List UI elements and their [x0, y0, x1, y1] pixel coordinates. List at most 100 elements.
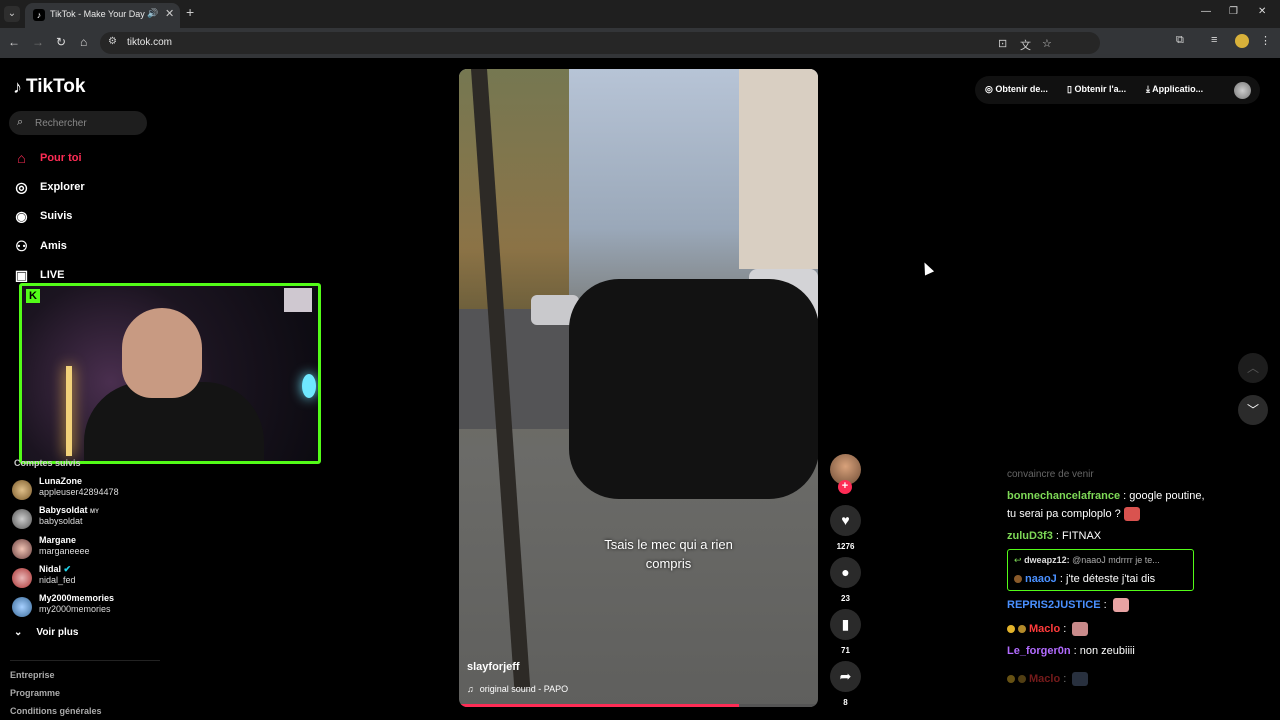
- tab-close-icon[interactable]: ✕: [165, 7, 174, 20]
- account-name: Babysoldat MY: [39, 505, 100, 515]
- badge-icon: [1014, 575, 1022, 584]
- avatar: [12, 509, 32, 529]
- bookmark-star-icon[interactable]: ☆: [1042, 37, 1052, 50]
- music-note-icon: ♫: [467, 684, 474, 694]
- save-button[interactable]: ▮: [830, 609, 861, 640]
- download-app-button[interactable]: ⤓ Applicatio...: [1146, 84, 1203, 95]
- get-coins-button[interactable]: ◎ Obtenir de...: [985, 84, 1048, 95]
- chat-message: Maclo :: [1007, 672, 1089, 686]
- footer-link-terms[interactable]: Conditions générales: [10, 706, 102, 716]
- media-controls-icon[interactable]: ≡: [1211, 34, 1217, 46]
- nav-label: LIVE: [40, 269, 65, 281]
- site-info-icon[interactable]: ⚙: [108, 36, 117, 47]
- browser-tab[interactable]: ♪ TikTok - Make Your Day 🔊 ✕: [25, 3, 180, 28]
- previous-video-button[interactable]: ︿: [1238, 353, 1268, 383]
- heart-icon: ♥: [841, 512, 850, 528]
- followed-account[interactable]: Babysoldat MY babysoldat: [12, 505, 152, 533]
- new-tab-button[interactable]: +: [186, 4, 194, 20]
- tab-search-button[interactable]: ⌄: [4, 6, 20, 22]
- forward-icon[interactable]: →: [32, 35, 44, 49]
- emote-icon: [1072, 622, 1089, 636]
- chat-faded-message: convaincre de venir: [1007, 469, 1094, 480]
- url-text: tiktok.com: [127, 37, 173, 48]
- emote-icon: [1072, 672, 1089, 686]
- chat-message-continued: tu serai pa comploplo ?: [1007, 507, 1140, 521]
- home-icon: ⌂: [17, 150, 26, 166]
- footer-link-program[interactable]: Programme: [10, 688, 60, 698]
- nav-for-you[interactable]: ⌂ Pour toi: [13, 147, 82, 169]
- video-progress-bar[interactable]: [459, 704, 818, 707]
- comment-icon: ●: [841, 564, 850, 580]
- video-author[interactable]: slayforjeff: [467, 661, 520, 673]
- reload-icon[interactable]: ↻: [56, 35, 66, 49]
- logo-text: TikTok: [26, 76, 86, 97]
- reply-icon: ↩: [1014, 555, 1022, 565]
- nav-label: Suivis: [40, 210, 73, 222]
- search-box[interactable]: ⌕: [9, 111, 147, 135]
- see-more-label: Voir plus: [36, 627, 79, 638]
- restore-icon[interactable]: ❐: [1229, 6, 1238, 17]
- tiktok-logo[interactable]: ♪ TikTok: [13, 76, 85, 98]
- account-username: appleuser42894478: [39, 487, 119, 497]
- live-icon: ▣: [14, 266, 29, 283]
- followed-account[interactable]: Nidal ✔ nidal_fed: [12, 564, 152, 592]
- nav-following[interactable]: ◉ Suivis: [13, 205, 72, 227]
- video-player[interactable]: Tsais le mec qui a rien compris slayforj…: [459, 69, 818, 707]
- avatar: [12, 568, 32, 588]
- following-icon: ◉: [15, 207, 28, 224]
- window-close-icon[interactable]: ✕: [1258, 6, 1266, 17]
- menu-icon[interactable]: ⋮: [1260, 34, 1271, 47]
- chevron-down-icon: ⌄: [14, 627, 23, 638]
- address-bar[interactable]: ⚙ tiktok.com ⊡ 文 ☆: [100, 32, 1100, 54]
- share-count: 8: [843, 698, 848, 707]
- emote-icon: [1123, 507, 1140, 521]
- emote-icon: [1112, 598, 1129, 612]
- top-actions-bar: ◎ Obtenir de... ▯ Obtenir l'a... ⤓ Appli…: [975, 76, 1260, 104]
- tab-audio-icon[interactable]: 🔊: [147, 8, 158, 19]
- like-button[interactable]: ♥: [830, 505, 861, 536]
- friends-icon: ⚇: [15, 237, 28, 254]
- translate-icon[interactable]: 文: [1020, 37, 1031, 53]
- tiktok-favicon-icon: ♪: [33, 9, 45, 21]
- avatar: [12, 480, 32, 500]
- extensions-icon[interactable]: ⧉: [1176, 34, 1184, 47]
- user-avatar[interactable]: [1234, 82, 1251, 99]
- kick-logo-icon: K: [26, 289, 40, 303]
- get-app-button[interactable]: ▯ Obtenir l'a...: [1067, 84, 1126, 95]
- home-icon[interactable]: ⌂: [80, 35, 87, 49]
- badge-icon: [1018, 675, 1026, 683]
- webcam-light: [66, 366, 72, 456]
- nav-friends[interactable]: ⚇ Amis: [13, 235, 67, 257]
- bookmark-icon: ▮: [841, 616, 850, 632]
- next-video-button[interactable]: ﹀: [1238, 395, 1268, 425]
- back-icon[interactable]: ←: [8, 35, 20, 49]
- chat-message: zuluD3f3 : FITNAX: [1007, 530, 1102, 542]
- nav-label: Pour toi: [40, 152, 82, 164]
- footer-link-company[interactable]: Entreprise: [10, 670, 55, 680]
- tab-title: TikTok - Make Your Day: [50, 9, 145, 19]
- badge-icon: [1018, 625, 1026, 633]
- chevron-up-icon: ︿: [1246, 361, 1259, 375]
- followed-account[interactable]: My2000memories my2000memories: [12, 593, 152, 621]
- nav-explore[interactable]: ◎ Explorer: [13, 176, 85, 198]
- search-input[interactable]: [35, 115, 140, 131]
- share-button[interactable]: ➦: [830, 661, 861, 692]
- account-name: Margane: [39, 535, 77, 545]
- chat-message: bonnechancelafrance : google poutine,: [1007, 490, 1205, 502]
- video-progress-fill: [459, 704, 740, 707]
- minimize-icon[interactable]: —: [1201, 6, 1211, 17]
- followed-account[interactable]: LunaZone appleuser42894478: [12, 476, 152, 504]
- comment-button[interactable]: ●: [830, 557, 861, 588]
- video-scene-building: [739, 69, 818, 269]
- profile-avatar[interactable]: [1235, 34, 1249, 48]
- install-app-icon[interactable]: ⊡: [998, 37, 1007, 50]
- tiktok-note-icon: ♪: [13, 76, 22, 97]
- nav-label: Explorer: [40, 181, 85, 193]
- follow-plus-button[interactable]: +: [838, 480, 852, 494]
- account-username: babysoldat: [39, 516, 83, 526]
- followed-account[interactable]: Margane marganeeee: [12, 535, 152, 563]
- account-name: Nidal ✔: [39, 564, 72, 574]
- video-sound[interactable]: ♫ original sound - PAPO: [467, 684, 568, 694]
- see-more-button[interactable]: ⌄ Voir plus: [14, 627, 78, 638]
- streamer-webcam: K: [19, 283, 321, 464]
